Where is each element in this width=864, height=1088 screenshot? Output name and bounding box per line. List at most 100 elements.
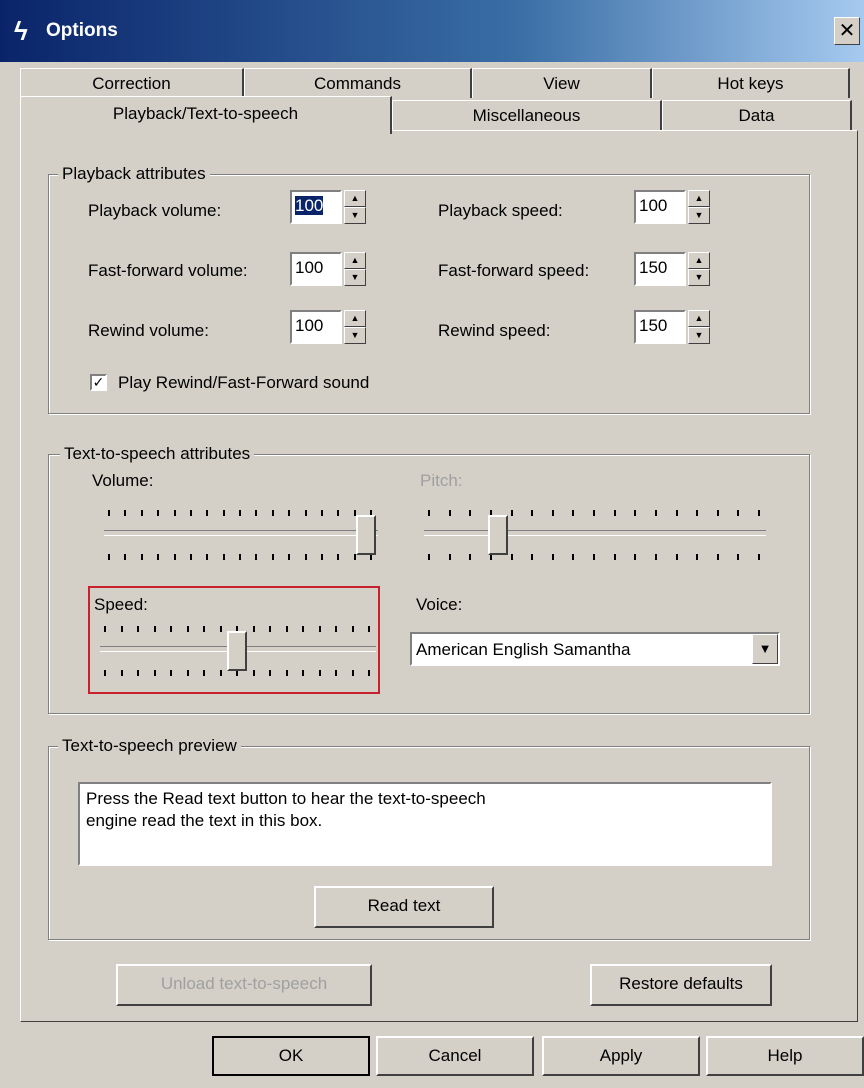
- read-text-button[interactable]: Read text: [314, 886, 494, 928]
- fast-forward-volume-spinner[interactable]: ▲ ▼: [344, 252, 366, 286]
- slider-ticks-bottom: [104, 554, 378, 560]
- slider-tick: [552, 510, 554, 516]
- title-bar: [0, 0, 864, 62]
- slider-tick: [511, 554, 513, 560]
- slider-ticks-top: [104, 510, 378, 516]
- slider-tick: [531, 510, 533, 516]
- playback-speed-spinner[interactable]: ▲ ▼: [688, 190, 710, 224]
- cancel-button[interactable]: Cancel: [376, 1036, 534, 1076]
- slider-tick: [449, 510, 451, 516]
- window-title: Options: [46, 20, 118, 41]
- slider-tick: [272, 510, 274, 516]
- slider-tick: [288, 510, 290, 516]
- ok-button[interactable]: OK: [212, 1036, 370, 1076]
- fast-forward-speed-input[interactable]: 150: [634, 252, 686, 286]
- apply-button[interactable]: Apply: [542, 1036, 700, 1076]
- fast-forward-speed-spinner[interactable]: ▲ ▼: [688, 252, 710, 286]
- slider-tick: [223, 554, 225, 560]
- slider-tick: [321, 554, 323, 560]
- rewind-speed-spinner[interactable]: ▲ ▼: [688, 310, 710, 344]
- rewind-speed-input[interactable]: 150: [634, 310, 686, 344]
- slider-tick: [206, 554, 208, 560]
- spin-up-icon[interactable]: ▲: [344, 310, 366, 327]
- slider-tick: [305, 510, 307, 516]
- slider-tick: [614, 554, 616, 560]
- tab-correction[interactable]: Correction: [20, 68, 244, 98]
- playback-volume-spinner[interactable]: ▲ ▼: [344, 190, 366, 224]
- slider-tick: [428, 554, 430, 560]
- spin-up-icon[interactable]: ▲: [344, 252, 366, 269]
- slider-tick: [174, 510, 176, 516]
- slider-tick: [676, 554, 678, 560]
- slider-tick: [572, 554, 574, 560]
- spin-down-icon[interactable]: ▼: [344, 327, 366, 344]
- slider-track: [104, 530, 378, 536]
- tab-commands[interactable]: Commands: [244, 68, 472, 98]
- slider-tick: [552, 554, 554, 560]
- playback-volume-input[interactable]: 100: [290, 190, 342, 224]
- speed-highlight-box: [88, 586, 380, 694]
- slider-thumb[interactable]: [356, 515, 376, 555]
- slider-tick: [190, 554, 192, 560]
- slider-tick: [511, 510, 513, 516]
- app-logo-icon: ϟ: [14, 16, 28, 46]
- spin-up-icon[interactable]: ▲: [688, 310, 710, 327]
- fast-forward-volume-input[interactable]: 100: [290, 252, 342, 286]
- tab-hot-keys[interactable]: Hot keys: [652, 68, 850, 98]
- slider-tick: [572, 510, 574, 516]
- pitch-label: Pitch:: [420, 471, 463, 490]
- slider-tick: [239, 554, 241, 560]
- spin-up-icon[interactable]: ▲: [344, 190, 366, 207]
- play-sound-checkbox[interactable]: ✓: [90, 374, 107, 391]
- slider-tick: [593, 510, 595, 516]
- rewind-volume-label: Rewind volume:: [88, 321, 209, 340]
- close-button[interactable]: ✕: [834, 17, 860, 45]
- preview-text-line: engine read the text in this box.: [86, 811, 323, 830]
- slider-ticks-top: [424, 510, 766, 516]
- slider-ticks-bottom: [424, 554, 766, 560]
- slider-track: [424, 530, 766, 536]
- slider-tick: [655, 510, 657, 516]
- preview-textbox[interactable]: Press the Read text button to hear the t…: [78, 782, 772, 866]
- slider-tick: [206, 510, 208, 516]
- rewind-volume-input[interactable]: 100: [290, 310, 342, 344]
- slider-tick: [696, 554, 698, 560]
- slider-tick: [337, 554, 339, 560]
- tab-data[interactable]: Data: [662, 100, 852, 130]
- slider-tick: [124, 554, 126, 560]
- playback-speed-label: Playback speed:: [438, 201, 563, 220]
- spin-down-icon[interactable]: ▼: [344, 269, 366, 286]
- checkmark-icon: ✓: [92, 374, 105, 390]
- tab-view[interactable]: View: [472, 68, 652, 98]
- slider-tick: [239, 510, 241, 516]
- slider-tick: [737, 554, 739, 560]
- chevron-down-icon[interactable]: ▼: [752, 634, 778, 664]
- playback-speed-input[interactable]: 100: [634, 190, 686, 224]
- help-button[interactable]: Help: [706, 1036, 864, 1076]
- volume-slider[interactable]: [104, 510, 378, 560]
- voice-dropdown[interactable]: American English Samantha ▼: [410, 632, 780, 666]
- restore-defaults-button[interactable]: Restore defaults: [590, 964, 772, 1006]
- slider-tick: [157, 510, 159, 516]
- tts-attributes-legend: Text-to-speech attributes: [60, 444, 255, 464]
- voice-dropdown-value: American English Samantha: [416, 640, 631, 659]
- slider-tick: [737, 510, 739, 516]
- spin-down-icon[interactable]: ▼: [688, 207, 710, 224]
- slider-tick: [634, 554, 636, 560]
- playback-attributes-legend: Playback attributes: [58, 164, 210, 184]
- volume-label: Volume:: [92, 471, 154, 490]
- rewind-volume-spinner[interactable]: ▲ ▼: [344, 310, 366, 344]
- spin-down-icon[interactable]: ▼: [688, 269, 710, 286]
- fast-forward-speed-label: Fast-forward speed:: [438, 261, 590, 280]
- slider-tick: [190, 510, 192, 516]
- slider-tick: [337, 510, 339, 516]
- spin-down-icon[interactable]: ▼: [344, 207, 366, 224]
- tts-preview-legend: Text-to-speech preview: [58, 736, 241, 756]
- tab-miscellaneous[interactable]: Miscellaneous: [392, 100, 662, 130]
- spin-down-icon[interactable]: ▼: [688, 327, 710, 344]
- spin-up-icon[interactable]: ▲: [688, 252, 710, 269]
- spin-up-icon[interactable]: ▲: [688, 190, 710, 207]
- tab-playback-text-to-speech[interactable]: Playback/Text-to-speech: [20, 96, 392, 134]
- slider-tick: [758, 510, 760, 516]
- voice-label: Voice:: [416, 595, 463, 614]
